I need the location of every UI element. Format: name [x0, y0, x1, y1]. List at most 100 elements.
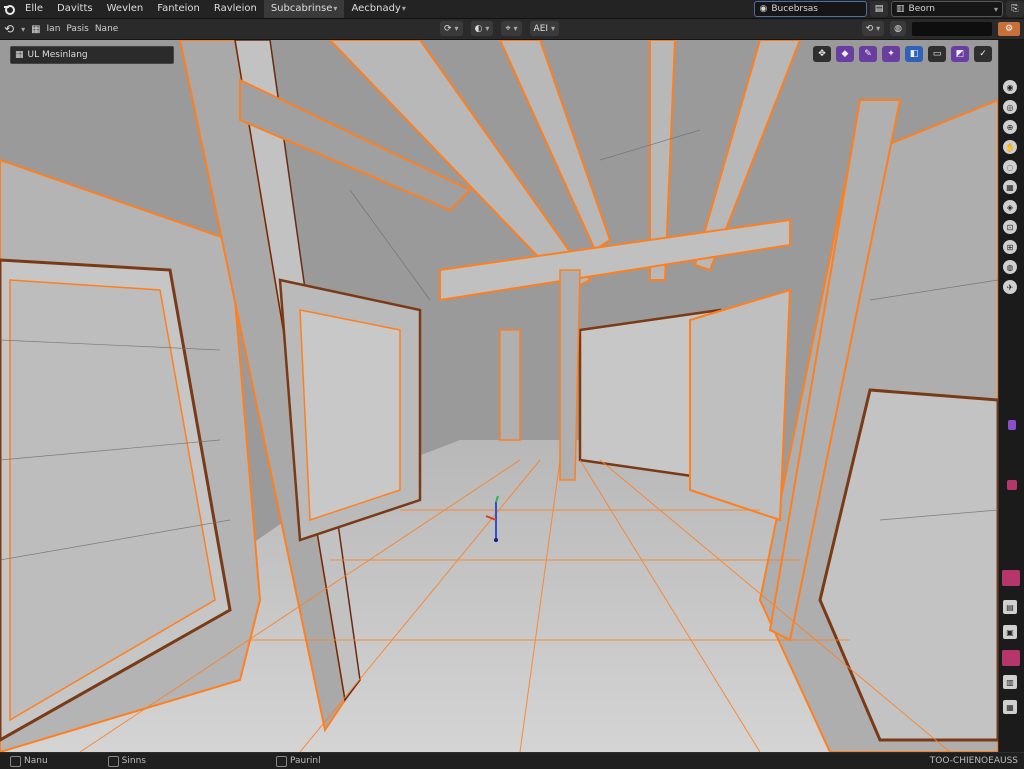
menu-edit[interactable]: Davitts: [50, 0, 100, 18]
add-menu[interactable]: Nane: [95, 24, 119, 34]
properties-tab-icon[interactable]: [1002, 570, 1020, 586]
workspace-tab-label: Subcabrinse: [270, 3, 333, 14]
blender-logo-icon[interactable]: [0, 0, 18, 18]
edit-mode-label: UL Mesinlang: [27, 50, 88, 60]
workspace-tab[interactable]: Aecbnady▾: [344, 0, 412, 18]
view-layer-icon: ▥: [896, 4, 905, 14]
mode-select-icon[interactable]: ▦: [31, 24, 40, 35]
scene-tab-icon[interactable]: ▤: [1003, 600, 1017, 614]
shading-icon: ◍: [894, 23, 902, 34]
pivot-icon: ◐: [474, 23, 483, 34]
orbit-icon[interactable]: ◌: [1003, 160, 1017, 174]
right-tool-strip: ◉ ◎ ⊕ ✋ ◌ ▦ ◈ ⊡ ⊞ ◍ ✈ ▤ ▣ ▥ ▦: [998, 40, 1024, 752]
scene-selector[interactable]: ◉ Bucebrsas: [754, 1, 867, 17]
zoom-icon[interactable]: ⊕: [1003, 120, 1017, 134]
scene-name: Bucebrsas: [771, 4, 818, 14]
proportional-edit-button[interactable]: AEI ▾: [529, 21, 560, 36]
shading-toggle-button[interactable]: ◍: [890, 21, 906, 36]
chevron-down-icon: ▾: [21, 24, 26, 34]
orientation-icon: ⟳: [444, 23, 452, 34]
mesh-icon: ▦: [15, 50, 24, 60]
perspective-icon[interactable]: ◍: [1003, 260, 1017, 274]
menu-file[interactable]: Elle: [18, 0, 50, 18]
viewport-tools: ⟳ ▾ ◐ ▾ ⌖ ▾ AEI ▾: [440, 21, 560, 36]
top-menu-bar: Elle Davitts Wevlen Fanteion Ravleion Su…: [0, 0, 1024, 19]
3d-viewport[interactable]: ▦ UL Mesinlang ✥ ◆ ✎ ✦ ◧ ▭ ◩ ✓: [0, 40, 998, 752]
search-field[interactable]: [912, 21, 992, 36]
center-column: [499, 329, 521, 441]
xray-icon[interactable]: ▭: [928, 46, 946, 62]
view-tool-icon[interactable]: ◉: [1003, 80, 1017, 94]
data-tab-icon[interactable]: ▦: [1003, 700, 1017, 714]
render-icon: ⚙: [1004, 23, 1014, 34]
pivot-button[interactable]: ◐ ▾: [470, 21, 494, 36]
overlay-icon: ⟲: [865, 23, 874, 34]
viewport-gizmo-bar: ✥ ◆ ✎ ✦ ◧ ▭ ◩ ✓: [813, 46, 992, 62]
chevron-down-icon: ▾: [401, 4, 406, 13]
purple-tab-icon[interactable]: [1008, 420, 1016, 430]
status-left-label: Nanu: [24, 756, 48, 766]
transform-orientation-button[interactable]: ⟳ ▾: [440, 21, 463, 36]
snap-icon: ⌖: [505, 23, 511, 34]
copy-icon[interactable]: ⎘: [1006, 1, 1024, 17]
chevron-down-icon: ▾: [333, 4, 338, 13]
modifier-tab-icon[interactable]: ▥: [1003, 675, 1017, 689]
window-right-inner: [689, 288, 792, 522]
menu-help[interactable]: Ravleion: [207, 0, 264, 18]
overlay-toggle-button[interactable]: ⟲ ▾: [861, 21, 885, 36]
chevron-down-icon: ▾: [551, 24, 556, 33]
view-menu[interactable]: Ian: [47, 24, 61, 34]
chevron-down-icon: ▾: [876, 24, 881, 33]
mouse-left-icon: [10, 755, 21, 767]
view-layer-name: Beorn: [908, 4, 935, 14]
navigate-icon[interactable]: ✥: [813, 46, 831, 62]
world-tab-icon[interactable]: ▣: [1003, 625, 1017, 639]
lock-icon[interactable]: ⊡: [1003, 220, 1017, 234]
camera-icon[interactable]: ◎: [1003, 100, 1017, 114]
status-middle-label: Sinns: [121, 756, 146, 766]
material-icon[interactable]: ◩: [951, 46, 969, 62]
workspace-tab-label: Aecbnady: [351, 3, 401, 14]
mouse-middle-icon: [107, 755, 119, 767]
menu-window[interactable]: Fanteion: [150, 0, 207, 18]
status-middle: Sinns: [107, 755, 146, 767]
chevron-down-icon: ▾: [513, 24, 518, 33]
magenta-tab-icon[interactable]: [1007, 480, 1017, 490]
chevron-down-icon: ▾: [993, 4, 998, 14]
render-button[interactable]: ⚙: [998, 21, 1020, 36]
snap-button[interactable]: ⌖ ▾: [501, 21, 522, 36]
workspace-tab-active[interactable]: Subcabrinse▾: [263, 0, 345, 18]
version-info: TOO-CHIENOEAUSS: [929, 756, 1018, 766]
mouse-right-icon: [275, 755, 287, 767]
status-action-label: Paurinl: [289, 756, 321, 766]
viewport-header: ⟲ ▾ ▦ Ian Pasis Nane ⟳ ▾ ◐ ▾ ⌖ ▾ AEI ▾ ⟲ ▾ ◍ …: [0, 19, 1024, 40]
status-action: Paurinl: [275, 755, 321, 767]
ortho-icon[interactable]: ⊞: [1003, 240, 1017, 254]
pan-icon[interactable]: ✋: [1003, 140, 1017, 154]
proportional-edit-label: AEI: [533, 23, 549, 34]
view-layer-selector[interactable]: ▥ Beorn ▾: [891, 1, 1003, 17]
object-tab-icon[interactable]: [1002, 650, 1020, 666]
local-view-icon[interactable]: ◈: [1003, 200, 1017, 214]
select-menu[interactable]: Pasis: [66, 24, 88, 34]
menu-render[interactable]: Wevlen: [100, 0, 151, 18]
menubar: Elle Davitts Wevlen Fanteion Ravleion Su…: [0, 0, 413, 18]
scene-browse-icon[interactable]: ▤: [870, 1, 888, 17]
doorway-left-inner: [299, 309, 401, 522]
status-bar: Nanu Sinns Paurinl TOO-CHIENOEAUSS: [0, 752, 1024, 769]
grid-icon[interactable]: ▦: [1003, 180, 1017, 194]
edit-mode-indicator[interactable]: ▦ UL Mesinlang: [10, 46, 174, 64]
visibility-icon[interactable]: ✎: [859, 46, 877, 62]
status-left: Nanu: [10, 755, 48, 767]
chevron-down-icon: ▾: [485, 24, 490, 33]
fly-icon[interactable]: ✈: [1003, 280, 1017, 294]
chevron-down-icon: ▾: [454, 24, 459, 33]
viewport-header-left: ⟲ ▾ ▦ Ian Pasis Nane: [0, 22, 118, 36]
object-type-icon[interactable]: ◆: [836, 46, 854, 62]
editor-type-icon[interactable]: ⟲: [4, 22, 14, 36]
shading-options-icon[interactable]: ✓: [974, 46, 992, 62]
viewport-header-right: ⟲ ▾ ◍ ⚙: [861, 21, 1020, 36]
wireframe-scene: [0, 40, 998, 752]
edit-icon[interactable]: ✦: [882, 46, 900, 62]
shading-solid-icon[interactable]: ◧: [905, 46, 923, 62]
